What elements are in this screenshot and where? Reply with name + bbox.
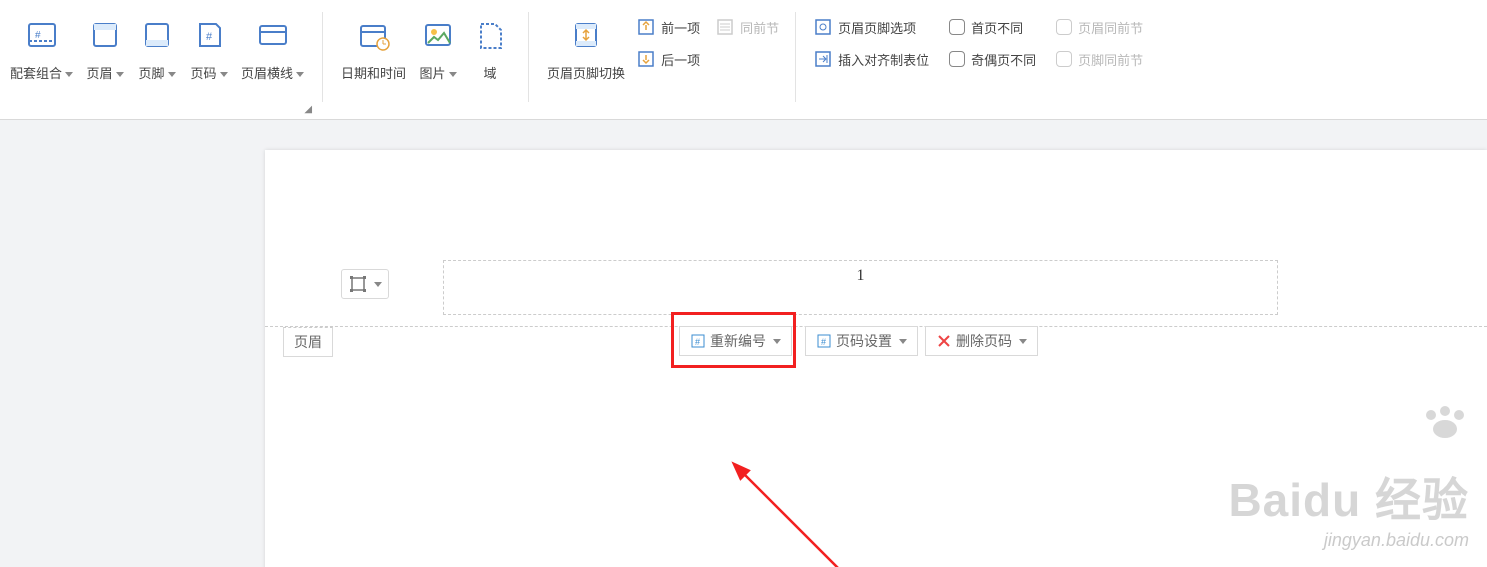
page-number-icon: # (189, 10, 229, 60)
hf-options-label: 页眉页脚选项 (838, 18, 916, 37)
svg-text:#: # (35, 30, 41, 41)
switch-hf-icon (566, 10, 606, 60)
same-as-prev-icon (714, 17, 736, 37)
ribbon-toolbar: # 配套组合 页眉 页脚 # 页码 页眉横线 (0, 0, 1487, 120)
checkbox-icon (949, 51, 965, 67)
switch-hf-button[interactable]: 页眉页脚切换 (541, 10, 631, 88)
checkbox-icon (949, 19, 965, 35)
header-line-label: 页眉横线 (241, 66, 293, 81)
chevron-down-icon (116, 72, 124, 77)
picture-label: 图片 (420, 66, 446, 81)
chevron-down-icon (899, 339, 907, 344)
checkbox-icon (1056, 19, 1072, 35)
combo-set-icon: # (22, 10, 62, 60)
page-settings-icon: # (816, 333, 832, 349)
prev-item-label: 前一项 (661, 18, 700, 37)
delete-page-number-label: 删除页码 (956, 331, 1012, 351)
document-background: 1 页眉 # 重新编号 # 页码设置 删除页码 Baidu (0, 120, 1487, 567)
separator (322, 12, 323, 102)
delete-page-number-button[interactable]: 删除页码 (925, 326, 1038, 356)
same-as-prev-label: 同前节 (740, 18, 779, 37)
margin-toggle-button[interactable] (341, 269, 389, 299)
footer-same-label: 页脚同前节 (1078, 50, 1143, 69)
renumber-button[interactable]: # 重新编号 (679, 326, 792, 356)
header-label: 页眉 (87, 66, 113, 81)
prev-item-button[interactable]: 前一项 (631, 14, 704, 40)
page-settings-label: 页码设置 (836, 331, 892, 351)
svg-text:#: # (821, 337, 826, 347)
datetime-button[interactable]: 日期和时间 (335, 10, 412, 88)
odd-even-diff-checkbox[interactable]: 奇偶页不同 (945, 46, 1040, 72)
chevron-down-icon (65, 72, 73, 77)
header-same-checkbox[interactable]: 页眉同前节 (1052, 14, 1147, 40)
first-page-diff-checkbox[interactable]: 首页不同 (945, 14, 1040, 40)
ribbon-group-options: 页眉页脚选项 插入对齐制表位 首页不同 奇偶页不同 页眉同前节 (804, 0, 1151, 119)
field-label: 域 (484, 60, 497, 88)
chevron-down-icon (773, 339, 781, 344)
document-page[interactable]: 1 页眉 # 重新编号 # 页码设置 删除页码 (265, 150, 1487, 567)
separator (795, 12, 796, 102)
first-page-diff-label: 首页不同 (971, 18, 1023, 37)
chevron-down-icon (168, 72, 176, 77)
header-same-label: 页眉同前节 (1078, 18, 1143, 37)
odd-even-diff-label: 奇偶页不同 (971, 50, 1036, 69)
header-line-button[interactable]: 页眉横线 (235, 10, 310, 88)
insert-tab-button[interactable]: 插入对齐制表位 (808, 46, 933, 72)
header-tab-label[interactable]: 页眉 (283, 327, 333, 357)
picture-icon (418, 10, 458, 60)
page-settings-button[interactable]: # 页码设置 (805, 326, 918, 356)
calendar-icon (354, 10, 394, 60)
header-line-icon (253, 10, 293, 60)
svg-text:#: # (206, 31, 213, 43)
combo-set-label: 配套组合 (10, 66, 62, 81)
page-number-text: 1 (444, 261, 1277, 285)
footer-same-checkbox[interactable]: 页脚同前节 (1052, 46, 1147, 72)
chevron-down-icon (449, 72, 457, 77)
hf-options-button[interactable]: 页眉页脚选项 (808, 14, 933, 40)
renumber-label: 重新编号 (710, 331, 766, 351)
chevron-down-icon (220, 72, 228, 77)
header-region[interactable]: 1 (443, 260, 1278, 315)
ribbon-group-navigate: 页眉页脚切换 前一项 后一项 同前节 (537, 0, 787, 119)
renumber-icon: # (690, 333, 706, 349)
chevron-down-icon (296, 72, 304, 77)
ribbon-group-insert: 日期和时间 图片 域 (331, 0, 520, 119)
ribbon-group-hf-elements: # 配套组合 页眉 页脚 # 页码 页眉横线 (0, 0, 314, 119)
tab-stop-icon (812, 49, 834, 69)
footer-icon (137, 10, 177, 60)
chevron-down-icon (374, 282, 382, 287)
datetime-label: 日期和时间 (341, 60, 406, 88)
page-number-button[interactable]: # 页码 (183, 10, 235, 88)
checkbox-icon (1056, 51, 1072, 67)
same-as-prev-button[interactable]: 同前节 (710, 14, 783, 40)
header-tab-text: 页眉 (294, 332, 322, 352)
margin-icon (349, 275, 367, 293)
insert-tab-label: 插入对齐制表位 (838, 50, 929, 69)
footer-button[interactable]: 页脚 (131, 10, 183, 88)
next-item-icon (635, 49, 657, 69)
field-button[interactable]: 域 (464, 10, 516, 88)
switch-hf-label: 页眉页脚切换 (547, 60, 625, 88)
chevron-down-icon (1019, 339, 1027, 344)
footer-label: 页脚 (139, 66, 165, 81)
next-item-label: 后一项 (661, 50, 700, 69)
header-button[interactable]: 页眉 (79, 10, 131, 88)
page-number-label: 页码 (191, 66, 217, 81)
dialog-launcher-icon[interactable]: ◢ (304, 104, 312, 115)
svg-text:#: # (695, 337, 700, 347)
picture-button[interactable]: 图片 (412, 10, 464, 88)
delete-icon (936, 333, 952, 349)
next-item-button[interactable]: 后一项 (631, 46, 704, 72)
header-icon (85, 10, 125, 60)
separator (528, 12, 529, 102)
field-icon (470, 10, 510, 60)
prev-item-icon (635, 17, 657, 37)
options-icon (812, 17, 834, 37)
combo-set-button[interactable]: # 配套组合 (4, 10, 79, 88)
